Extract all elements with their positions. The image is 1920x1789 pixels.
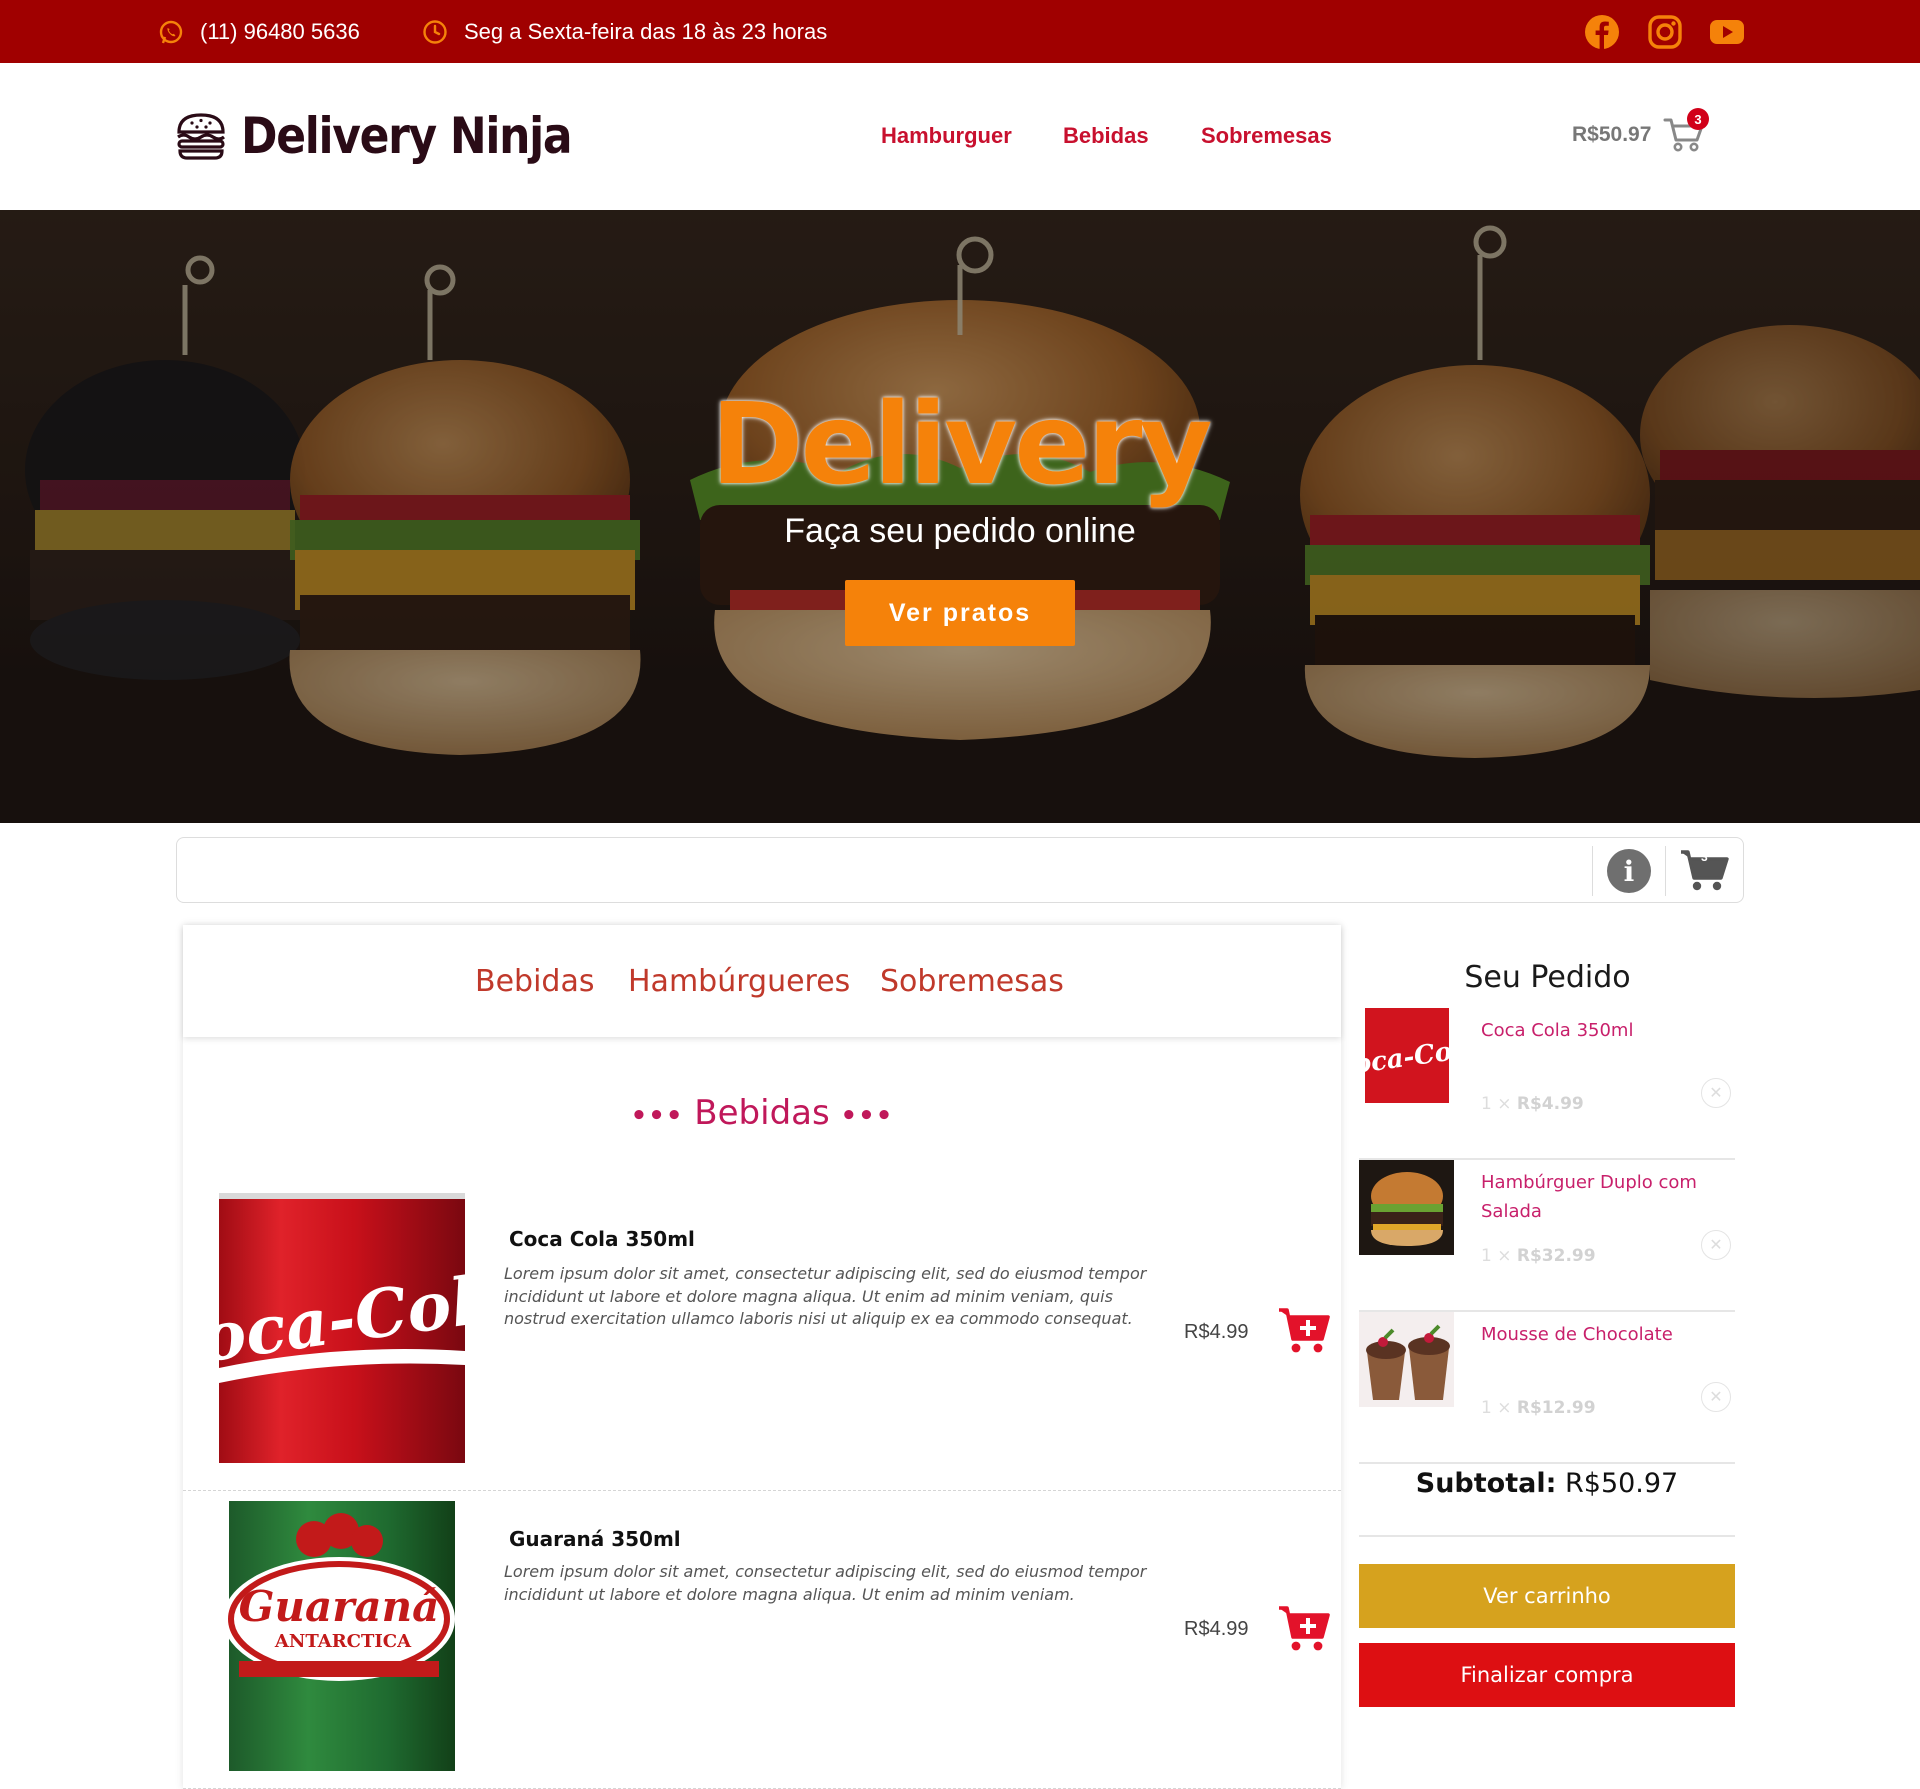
top-bar: (11) 96480 5636 Seg a Sexta-feira das 18… xyxy=(0,0,1920,63)
order-item: Hambúrguer Duplo com Salada 1 × R$32.99 … xyxy=(1359,1160,1735,1312)
product-name: Guaraná 350ml xyxy=(509,1527,681,1551)
divider xyxy=(1592,846,1593,896)
burger-logo-icon xyxy=(177,113,225,160)
product-price: R$4.99 xyxy=(1184,1321,1249,1343)
cart-count-badge: 3 xyxy=(1701,850,1708,864)
add-to-cart-icon[interactable] xyxy=(1277,1305,1331,1357)
nav-item-hamburguer[interactable]: Hamburguer xyxy=(881,123,1012,149)
product-card: Coca-Cola Coca Cola 350ml Lorem ipsum do… xyxy=(183,1193,1341,1491)
phone-number: (11) 96480 5636 xyxy=(200,18,360,44)
remove-item-icon[interactable]: ✕ xyxy=(1701,1230,1731,1260)
order-item-quantity: 1 × R$32.99 xyxy=(1481,1246,1596,1266)
whatsapp-icon xyxy=(159,20,183,43)
product-description: Lorem ipsum dolor sit amet, consectetur … xyxy=(504,1264,1147,1328)
product-name: Coca Cola 350ml xyxy=(509,1227,695,1251)
mousse-thumbnail xyxy=(1359,1312,1454,1407)
quantity-text: 1 × xyxy=(1481,1398,1512,1418)
quantity-text: 1 × xyxy=(1481,1246,1512,1266)
coca-cola-thumbnail: Coca-Cola xyxy=(1359,1008,1454,1103)
decorative-dots: ••• xyxy=(840,1101,894,1131)
site-logo[interactable]: Delivery Ninja xyxy=(175,103,616,169)
opening-hours: Seg a Sexta-feira das 18 às 23 horas xyxy=(422,0,827,63)
opening-hours-text: Seg a Sexta-feira das 18 às 23 horas xyxy=(464,18,828,44)
order-item: Mousse de Chocolate 1 × R$12.99 ✕ xyxy=(1359,1312,1735,1464)
view-dishes-button[interactable]: Ver pratos xyxy=(845,580,1075,646)
add-to-cart-icon[interactable] xyxy=(1277,1603,1331,1655)
order-item: Coca-Cola Coca Cola 350ml 1 × R$4.99 ✕ xyxy=(1359,1008,1735,1160)
clock-icon xyxy=(423,19,447,44)
guarana-can-image: Guaraná ANTARCTICA xyxy=(223,1501,455,1771)
checkout-button[interactable]: Finalizar compra xyxy=(1359,1643,1735,1707)
coca-cola-can-image: Coca-Cola xyxy=(219,1193,465,1463)
order-item-name[interactable]: Mousse de Chocolate xyxy=(1481,1320,1721,1349)
divider xyxy=(1665,846,1666,896)
info-icon[interactable]: i xyxy=(1607,849,1651,893)
remove-item-icon[interactable]: ✕ xyxy=(1701,1078,1731,1108)
site-header: Delivery Ninja Hamburguer Bebidas Sobrem… xyxy=(0,63,1920,210)
order-item-name[interactable]: Coca Cola 350ml xyxy=(1481,1016,1721,1045)
nav-item-bebidas[interactable]: Bebidas xyxy=(1063,123,1149,149)
order-item-price: R$12.99 xyxy=(1516,1398,1596,1418)
section-title: ••• Bebidas ••• xyxy=(183,1093,1341,1133)
order-item-quantity: 1 × R$12.99 xyxy=(1481,1398,1596,1418)
svg-text:ANTARCTICA: ANTARCTICA xyxy=(274,1631,412,1652)
product-description: Lorem ipsum dolor sit amet, consectetur … xyxy=(504,1562,1147,1604)
cart-count-badge: 3 xyxy=(1687,108,1709,130)
order-toolbar[interactable]: i 3 xyxy=(176,837,1744,903)
order-item-quantity: 1 × R$4.99 xyxy=(1481,1094,1584,1114)
svg-text:Guaraná: Guaraná xyxy=(239,1582,440,1631)
tab-sobremesas[interactable]: Sobremesas xyxy=(880,925,1064,1037)
facebook-icon[interactable] xyxy=(1584,14,1620,50)
burger-thumbnail xyxy=(1359,1160,1454,1255)
subtotal-label: Subtotal: xyxy=(1415,1468,1557,1499)
divider xyxy=(1359,1535,1735,1537)
hero-title: Delivery xyxy=(710,380,1213,510)
order-item-price: R$32.99 xyxy=(1516,1246,1596,1266)
order-title: Seu Pedido xyxy=(1464,960,1631,995)
order-subtotal: Subtotal: R$50.97 xyxy=(1359,1468,1735,1499)
hero-subtitle: Faça seu pedido online xyxy=(784,512,1136,550)
header-cart-total[interactable]: R$50.97 xyxy=(1572,123,1651,147)
instagram-icon[interactable] xyxy=(1647,14,1683,50)
logo-text: Delivery Ninja xyxy=(241,107,573,165)
product-price: R$4.99 xyxy=(1184,1618,1249,1640)
section-title-text: Bebidas xyxy=(694,1093,830,1133)
menu-panel: Bebidas Hambúrgueres Sobremesas ••• Bebi… xyxy=(183,925,1341,1789)
remove-item-icon[interactable]: ✕ xyxy=(1701,1382,1731,1412)
order-item-price: R$4.99 xyxy=(1516,1094,1584,1114)
product-card: Guaraná ANTARCTICA Guaraná 350ml Lorem i… xyxy=(183,1491,1341,1789)
youtube-icon[interactable] xyxy=(1709,14,1745,50)
tab-bebidas[interactable]: Bebidas xyxy=(475,925,594,1037)
subtotal-value: R$50.97 xyxy=(1565,1468,1679,1499)
order-item-name[interactable]: Hambúrguer Duplo com Salada xyxy=(1481,1168,1721,1226)
nav-item-sobremesas[interactable]: Sobremesas xyxy=(1201,123,1332,149)
phone-contact[interactable]: (11) 96480 5636 xyxy=(158,0,360,63)
view-cart-button[interactable]: Ver carrinho xyxy=(1359,1564,1735,1628)
menu-tabs: Bebidas Hambúrgueres Sobremesas xyxy=(183,925,1341,1037)
decorative-dots: ••• xyxy=(630,1101,684,1131)
tab-hamburgueres[interactable]: Hambúrgueres xyxy=(628,925,850,1037)
quantity-text: 1 × xyxy=(1481,1094,1512,1114)
